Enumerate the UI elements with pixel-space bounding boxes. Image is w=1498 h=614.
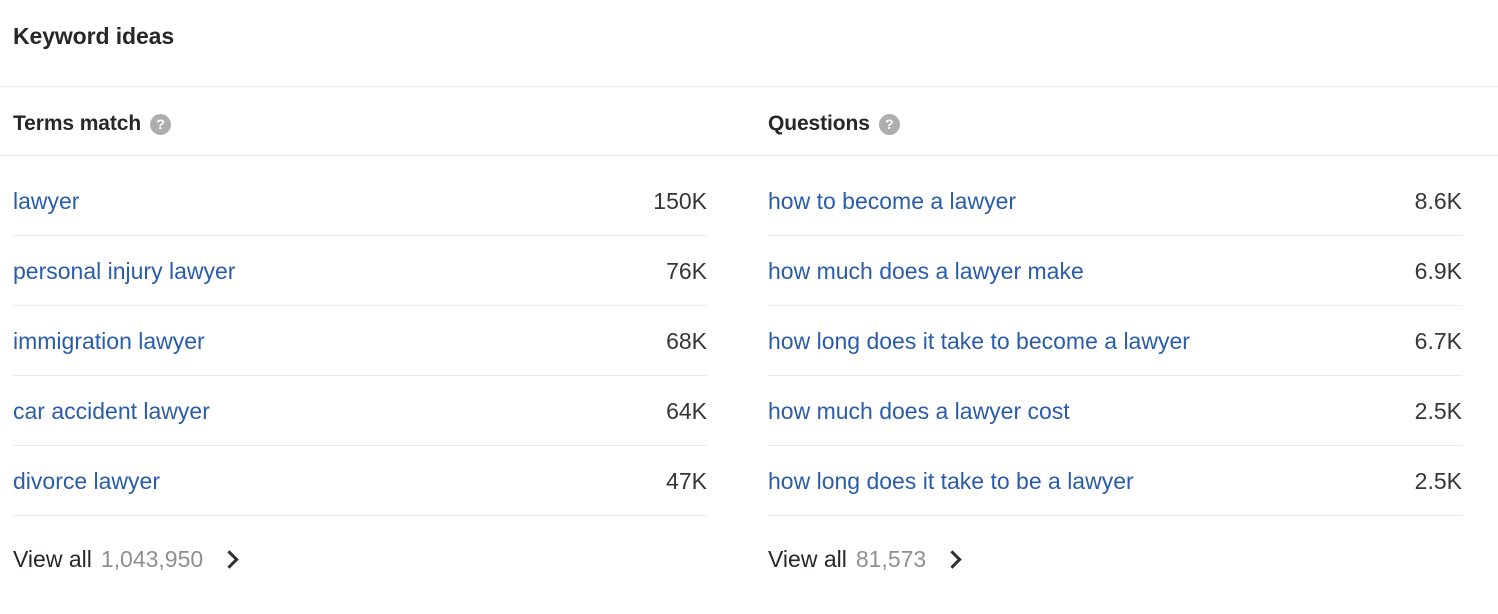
- questions-heading: Questions: [768, 112, 870, 135]
- view-all-count: 81,573: [855, 546, 927, 572]
- table-row[interactable]: divorce lawyer 47K: [13, 446, 707, 516]
- view-all-label: View all: [13, 546, 92, 572]
- table-row[interactable]: how long does it take to become a lawyer…: [768, 306, 1462, 376]
- search-volume: 2.5K: [1414, 467, 1462, 494]
- view-all-terms-match-button[interactable]: View all 1,043,950: [13, 544, 238, 574]
- keyword-link[interactable]: divorce lawyer: [13, 467, 160, 495]
- search-volume: 68K: [666, 327, 707, 354]
- keyword-link[interactable]: car accident lawyer: [13, 397, 210, 425]
- terms-match-list: lawyer 150K personal injury lawyer 76K i…: [13, 166, 707, 516]
- search-volume: 64K: [666, 397, 707, 424]
- chevron-right-icon: [943, 550, 961, 568]
- search-volume: 47K: [666, 467, 707, 494]
- table-row[interactable]: personal injury lawyer 76K: [13, 236, 707, 306]
- view-all-label: View all: [768, 546, 847, 572]
- keyword-link[interactable]: how much does a lawyer make: [768, 257, 1084, 285]
- questions-header: Questions ?: [768, 110, 900, 138]
- keyword-link[interactable]: how much does a lawyer cost: [768, 397, 1070, 425]
- table-row[interactable]: lawyer 150K: [13, 166, 707, 236]
- search-volume: 150K: [653, 187, 707, 214]
- view-all-count: 1,043,950: [100, 546, 204, 572]
- table-row[interactable]: how long does it take to be a lawyer 2.5…: [768, 446, 1462, 516]
- search-volume: 6.9K: [1414, 257, 1462, 284]
- keyword-link[interactable]: how long does it take to become a lawyer: [768, 327, 1190, 355]
- questions-list: how to become a lawyer 8.6K how much doe…: [768, 166, 1462, 516]
- table-row[interactable]: immigration lawyer 68K: [13, 306, 707, 376]
- search-volume: 6.7K: [1414, 327, 1462, 354]
- search-volume: 2.5K: [1414, 397, 1462, 424]
- keyword-link[interactable]: how to become a lawyer: [768, 187, 1016, 215]
- keyword-link[interactable]: lawyer: [13, 187, 79, 215]
- keyword-link[interactable]: immigration lawyer: [13, 327, 205, 355]
- keyword-link[interactable]: how long does it take to be a lawyer: [768, 467, 1134, 495]
- table-row[interactable]: how much does a lawyer make 6.9K: [768, 236, 1462, 306]
- table-row[interactable]: how much does a lawyer cost 2.5K: [768, 376, 1462, 446]
- chevron-right-icon: [220, 550, 238, 568]
- help-circle-icon[interactable]: ?: [150, 113, 172, 135]
- questions-column: Questions ? how to become a lawyer 8.6K …: [768, 0, 1462, 614]
- search-volume: 76K: [666, 257, 707, 284]
- terms-match-header: Terms match ?: [13, 110, 172, 138]
- keyword-ideas-panel: Keyword ideas Terms match ? lawyer 150K …: [0, 0, 1498, 614]
- terms-match-column: Terms match ? lawyer 150K personal injur…: [13, 0, 707, 614]
- keyword-link[interactable]: personal injury lawyer: [13, 257, 235, 285]
- view-all-questions-button[interactable]: View all 81,573: [768, 544, 961, 574]
- help-circle-icon[interactable]: ?: [878, 113, 900, 135]
- table-row[interactable]: car accident lawyer 64K: [13, 376, 707, 446]
- table-row[interactable]: how to become a lawyer 8.6K: [768, 166, 1462, 236]
- terms-match-heading: Terms match: [13, 112, 142, 135]
- search-volume: 8.6K: [1414, 187, 1462, 214]
